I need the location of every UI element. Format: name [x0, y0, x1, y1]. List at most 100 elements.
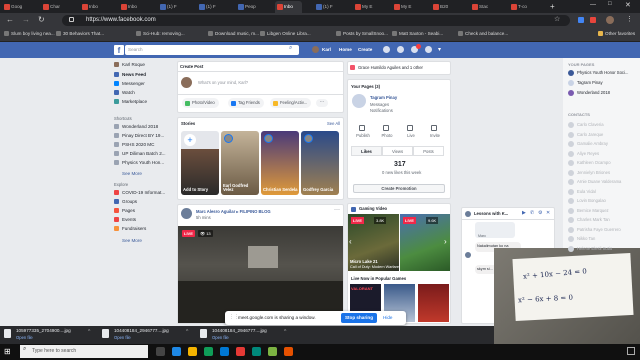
contact-item[interactable]: Arnie Duane Valderama: [568, 179, 621, 185]
contact-item[interactable]: Gamalie Ambray: [568, 141, 608, 147]
download-menu-icon[interactable]: ^: [284, 329, 286, 335]
download-menu-icon[interactable]: ^: [88, 329, 90, 335]
post-options-icon[interactable]: ···: [334, 207, 340, 213]
story-item[interactable]: + Add to Story: [181, 131, 219, 195]
window-close-icon[interactable]: ✕: [625, 1, 631, 9]
download-open-link[interactable]: Open file: [114, 335, 131, 340]
nav-create[interactable]: Create: [358, 47, 372, 52]
post-action-button[interactable]: Tag Friends: [228, 98, 264, 108]
shortcut-item[interactable]: Wonderland 2018: [114, 124, 158, 129]
contact-item[interactable]: Carlo Jareque: [568, 131, 603, 138]
carousel-next-icon[interactable]: ›: [444, 237, 447, 246]
extension-icon[interactable]: [578, 17, 584, 23]
bookmark-item[interactable]: Matt Saxton - Seabi...: [392, 31, 443, 36]
other-bookmarks[interactable]: Other favorites: [598, 31, 635, 36]
extension-icon[interactable]: [590, 17, 596, 23]
page-action-button[interactable]: Publish: [355, 133, 371, 138]
bookmark-item[interactable]: Sci-Hub: removing...: [136, 31, 185, 36]
download-filename[interactable]: 104408184_2946777....jpg: [114, 328, 169, 333]
taskbar-app-icon[interactable]: [220, 347, 229, 356]
contact-item[interactable]: Lovin Bongalao: [568, 198, 606, 204]
account-menu-icon[interactable]: ▾: [438, 46, 441, 53]
contact-item[interactable]: Aliye Reyes: [568, 150, 599, 157]
download-open-link[interactable]: Open file: [212, 335, 229, 340]
explore-item[interactable]: COVID-19 Informat...: [114, 190, 165, 195]
page-action-button[interactable]: Photo: [379, 133, 395, 138]
chat-video-icon[interactable]: ▶: [522, 210, 526, 216]
explore-item[interactable]: Pages: [114, 208, 135, 213]
see-more-explore[interactable]: See More: [122, 238, 142, 243]
chat-settings-icon[interactable]: ⚙: [538, 210, 542, 216]
browser-tab[interactable]: Char: [41, 1, 68, 13]
download-filename[interactable]: 104408184_2946777....jpg: [212, 328, 267, 333]
game-tile-3[interactable]: [418, 284, 449, 322]
taskbar-search-input[interactable]: Type here to search: [20, 345, 148, 358]
shortcut-item[interactable]: Pinay Direct BY 19...: [114, 133, 164, 138]
contact-item[interactable]: Nikko Tan: [568, 236, 595, 242]
facebook-logo[interactable]: f: [114, 45, 124, 55]
forward-icon[interactable]: →: [22, 15, 30, 24]
user-avatar[interactable]: [312, 46, 319, 53]
page-stats-tab[interactable]: Likes: [351, 146, 382, 156]
birthdays-text[interactable]: Grace Humildo Aguiles and 1 other: [358, 65, 423, 70]
notification-center-icon[interactable]: [627, 347, 635, 355]
taskbar-app-icon[interactable]: [252, 347, 261, 356]
story-item[interactable]: Christian Serdela: [261, 131, 299, 195]
nav-home[interactable]: Home: [339, 47, 352, 52]
browser-tab[interactable]: Inbo: [119, 1, 146, 13]
story-item[interactable]: Earl Godfred Velez: [221, 131, 259, 195]
sidebar-item[interactable]: News Feed: [114, 72, 146, 77]
search-icon[interactable]: ⌕: [289, 45, 292, 52]
window-maximize-icon[interactable]: □: [608, 1, 612, 7]
stories-see-all[interactable]: See All: [327, 121, 340, 126]
browser-tab[interactable]: Inbo: [275, 1, 302, 13]
contact-item[interactable]: Jennielyn Briones: [568, 169, 610, 176]
star-icon[interactable]: ☆: [554, 15, 560, 23]
sidebar-item[interactable]: Messenger: [114, 81, 145, 86]
address-input[interactable]: https://www.facebook.com: [62, 15, 570, 26]
create-post-input[interactable]: What's on your mind, Karl?: [198, 80, 248, 85]
bookmark-item[interactable]: Check and balance...: [458, 31, 508, 36]
download-open-link[interactable]: Open file: [16, 335, 33, 340]
taskbar-app-icon[interactable]: [268, 347, 277, 356]
post-author[interactable]: Marc Alesro Aguilar ▸ FILIPINO BLOG: [196, 209, 271, 214]
sidebar-item[interactable]: Marketplace: [114, 99, 147, 104]
taskbar-app-icon[interactable]: [172, 347, 181, 356]
post-video[interactable]: [178, 226, 343, 323]
right-page-item[interactable]: Wonderland 2018: [568, 90, 610, 96]
post-action-button[interactable]: Feeling/Activ...: [270, 98, 312, 108]
create-promotion-button[interactable]: Create Promotion: [353, 184, 445, 193]
help-icon[interactable]: [425, 46, 432, 53]
hide-button[interactable]: Hide: [383, 315, 392, 320]
contact-item[interactable]: Patrisha Faye Guerrero: [568, 226, 621, 233]
browser-tab[interactable]: Peop: [236, 1, 263, 13]
browser-tab[interactable]: T-co: [509, 1, 536, 13]
carousel-prev-icon[interactable]: ‹: [349, 237, 352, 246]
chat-close-icon[interactable]: ✕: [546, 210, 550, 216]
download-filename[interactable]: 105977335_2704900....jpg: [16, 328, 71, 333]
browser-tab[interactable]: (1) F: [158, 1, 185, 13]
post-action-button[interactable]: Photo/Video: [182, 98, 219, 108]
nav-user[interactable]: Karl: [322, 47, 331, 52]
facebook-search-input[interactable]: Search: [125, 45, 299, 55]
friends-icon[interactable]: [383, 46, 390, 53]
bookmark-item[interactable]: Posts by SmallSnoo...: [336, 31, 388, 36]
right-page-item[interactable]: Physics Youth Honor Soci...: [568, 70, 628, 76]
download-menu-icon[interactable]: ^: [186, 329, 188, 335]
bookmark-item[interactable]: Download music, m...: [208, 31, 259, 36]
windows-start-icon[interactable]: ⊞: [4, 347, 11, 356]
sidebar-profile[interactable]: Karl Roque: [114, 62, 145, 67]
page-name[interactable]: Tagram Pinay: [370, 95, 397, 100]
story-item[interactable]: Godfrey Garcia: [301, 131, 339, 195]
taskbar-app-icon[interactable]: [284, 347, 293, 356]
contact-item[interactable]: Bernice Marquez: [568, 207, 609, 214]
contact-item[interactable]: Charles Mark Tan: [568, 217, 610, 223]
contact-item[interactable]: Kathleen Ocampo: [568, 160, 611, 166]
page-action-button[interactable]: Live: [403, 133, 419, 138]
browser-tab[interactable]: Stac: [470, 1, 497, 13]
bookmark-item[interactable]: Slum boy living nea...: [4, 31, 55, 36]
see-more-shortcuts[interactable]: See More: [122, 171, 142, 176]
stop-sharing-button[interactable]: Stop sharing: [341, 313, 377, 323]
new-tab-icon[interactable]: +: [550, 1, 555, 12]
page-notifications[interactable]: Notifications: [370, 108, 393, 113]
